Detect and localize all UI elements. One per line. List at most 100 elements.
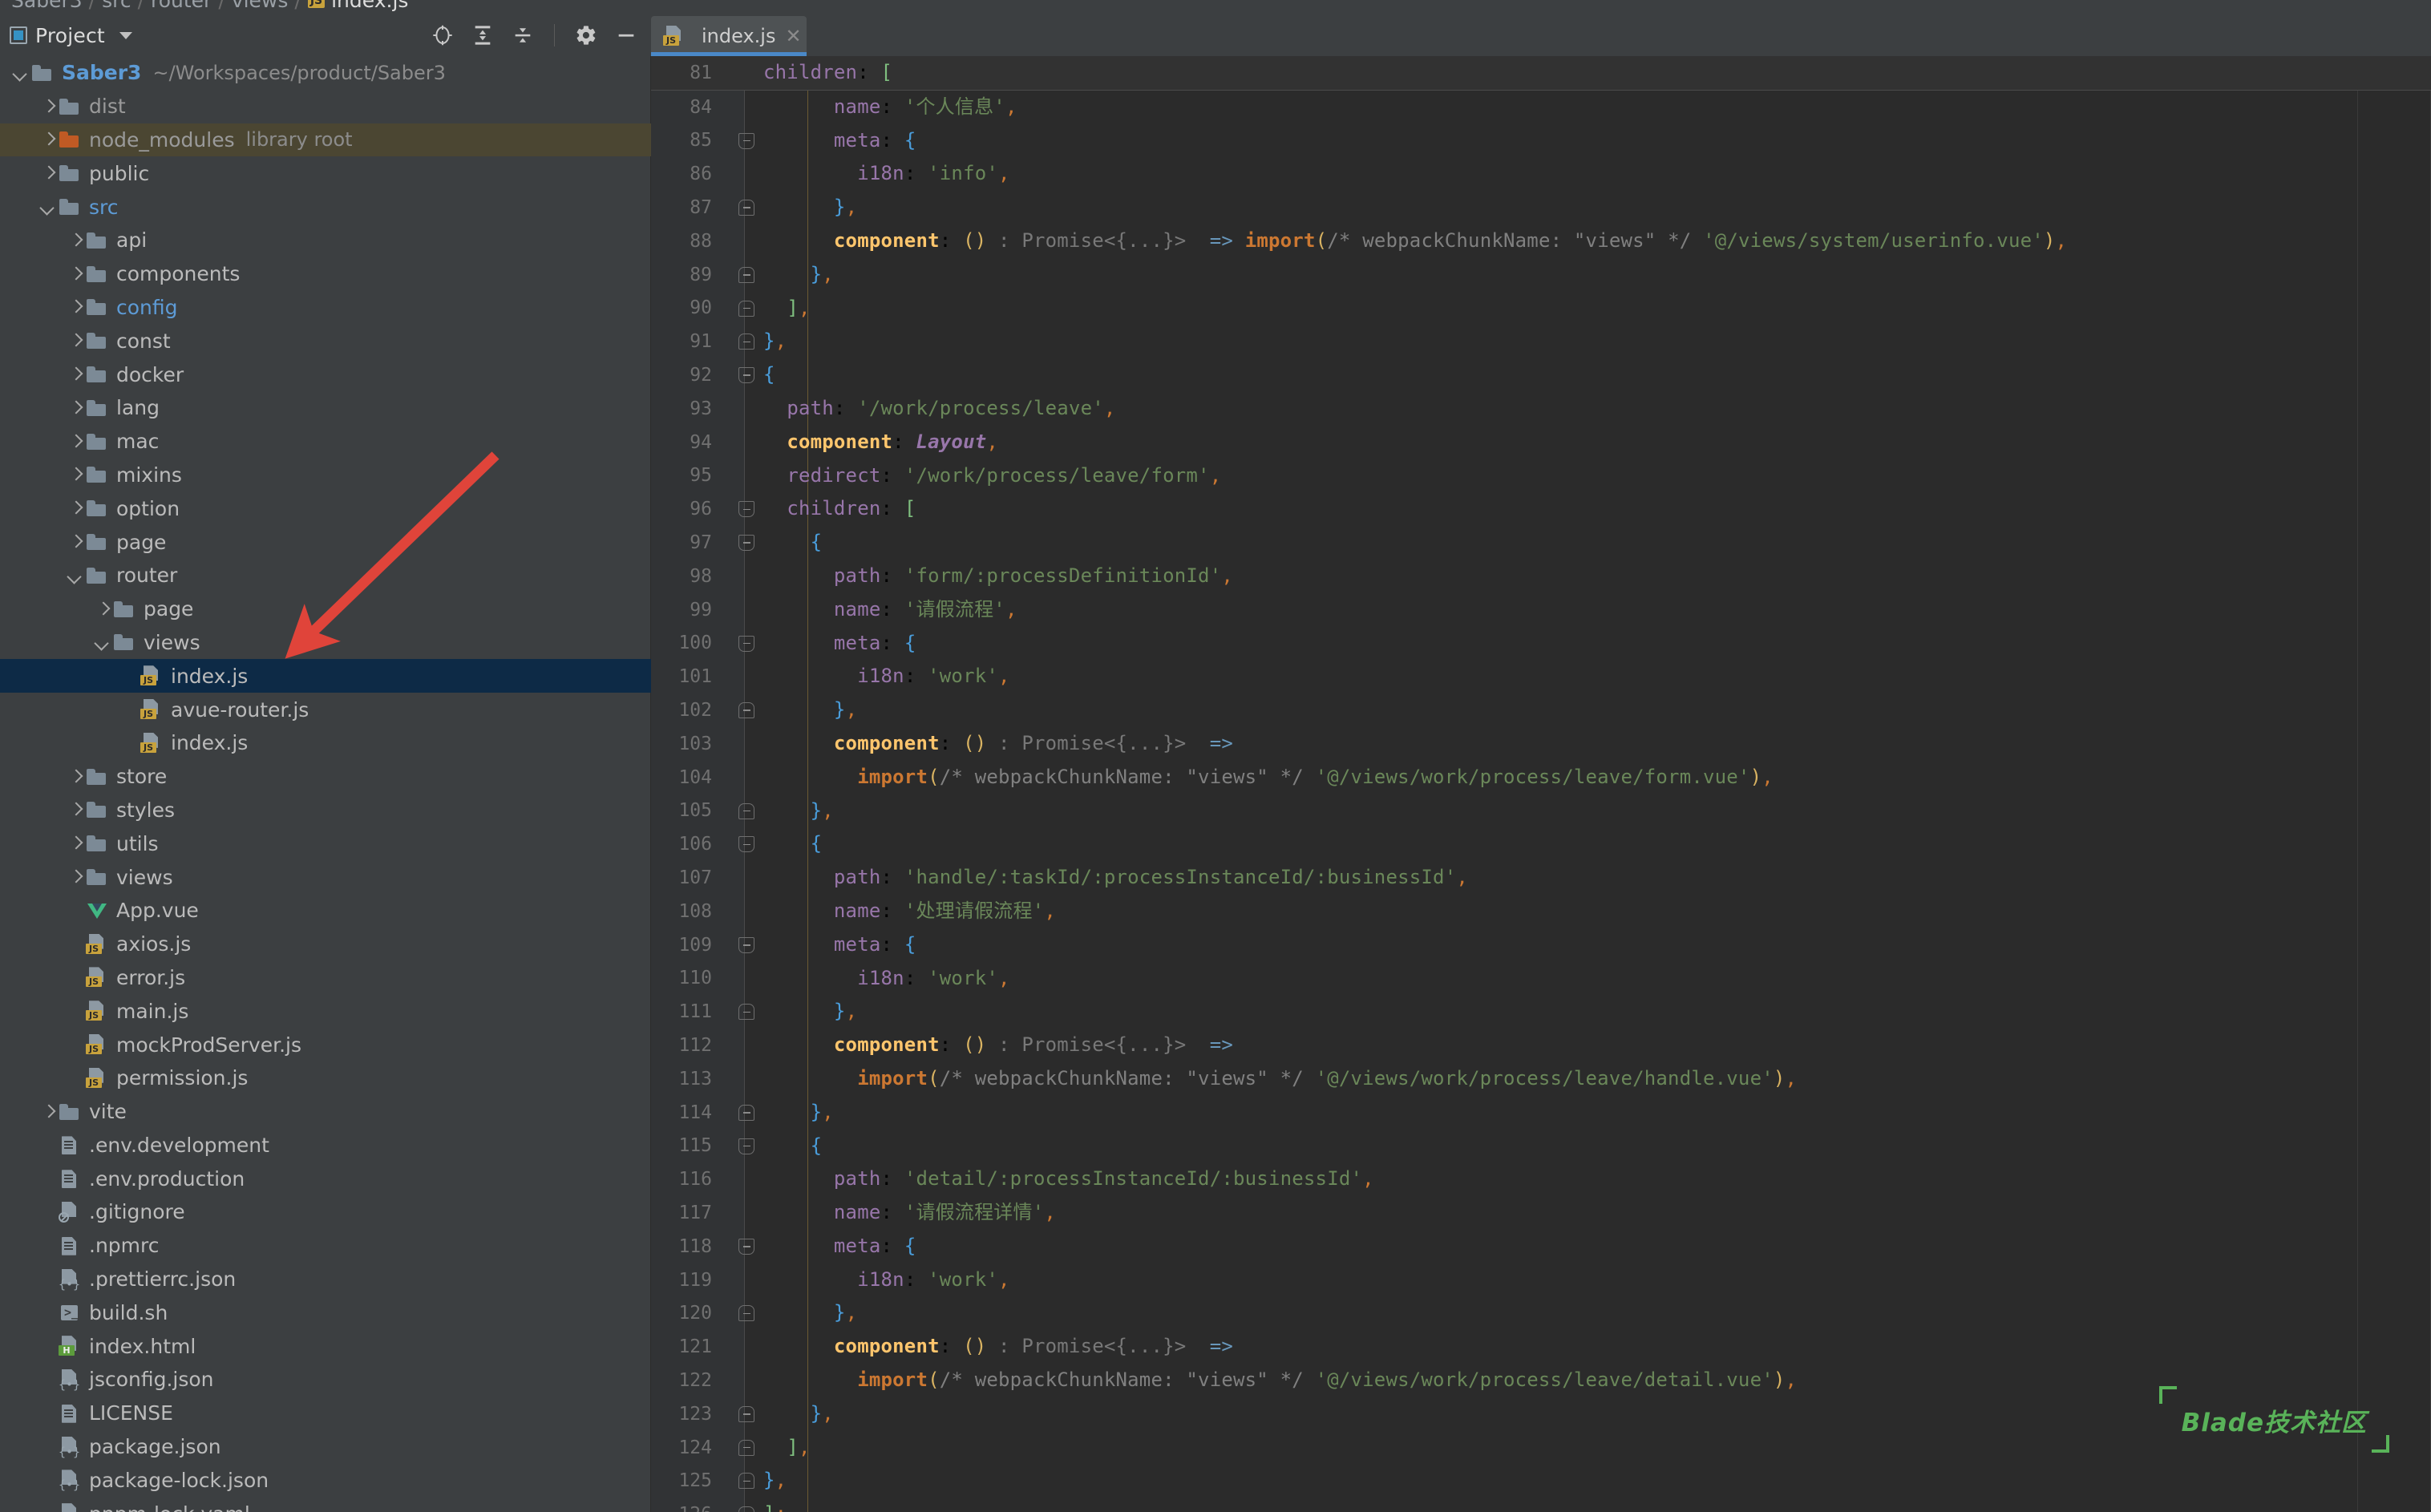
- collapse-arrow-icon[interactable]: [11, 63, 30, 83]
- code-line-126[interactable]: 126];: [651, 1498, 2431, 1512]
- project-title-group[interactable]: Project: [10, 24, 132, 47]
- fold-region-start[interactable]: [728, 928, 763, 962]
- code-line-92[interactable]: 92 {: [651, 358, 2431, 392]
- tree-item-dist[interactable]: dist: [0, 90, 651, 123]
- expand-arrow-icon[interactable]: [66, 767, 85, 786]
- code-line-113[interactable]: 113 import(/* webpackChunkName: "views" …: [651, 1062, 2431, 1096]
- code-line-106[interactable]: 106 {: [651, 827, 2431, 861]
- tree-item-store[interactable]: store: [0, 760, 651, 794]
- tree-item-pnpm-lock-yaml[interactable]: YML pnpm-lock.yaml: [0, 1497, 651, 1512]
- tree-item--env-production[interactable]: .env.production: [0, 1162, 651, 1195]
- fold-region-start[interactable]: [728, 124, 763, 158]
- fold-region-start[interactable]: [728, 526, 763, 560]
- fold-region-end[interactable]: [728, 1431, 763, 1465]
- fold-region-end[interactable]: [728, 1464, 763, 1498]
- tree-item--env-development[interactable]: .env.development: [0, 1129, 651, 1162]
- expand-arrow-icon[interactable]: [66, 800, 85, 819]
- code-line-103[interactable]: 103 component: () : Promise<{...}> =>: [651, 727, 2431, 761]
- code-line-120[interactable]: 120 },: [651, 1296, 2431, 1330]
- fold-region-end[interactable]: [728, 1296, 763, 1330]
- tree-item-license[interactable]: LICENSE: [0, 1397, 651, 1430]
- close-icon[interactable]: ✕: [785, 25, 801, 47]
- code-line-91[interactable]: 91},: [651, 325, 2431, 358]
- fold-region-end[interactable]: [728, 995, 763, 1029]
- code-lines[interactable]: 81 children: [84 name: '个人信息', 85 meta: {8…: [651, 56, 2431, 1512]
- expand-arrow-icon[interactable]: [66, 265, 85, 284]
- fold-region-end[interactable]: [728, 693, 763, 727]
- fold-region-end[interactable]: [728, 794, 763, 828]
- tree-item--prettierrc-json[interactable]: {•} .prettierrc.json: [0, 1263, 651, 1296]
- fold-region-start[interactable]: [728, 358, 763, 392]
- tree-item--npmrc[interactable]: .npmrc: [0, 1229, 651, 1263]
- code-line-125[interactable]: 125},: [651, 1464, 2431, 1498]
- expand-arrow-icon[interactable]: [66, 499, 85, 518]
- select-opened-file-icon[interactable]: [431, 23, 455, 47]
- code-line-86[interactable]: 86 i18n: 'info',: [651, 157, 2431, 191]
- code-editor[interactable]: 81 children: [84 name: '个人信息', 85 meta: {8…: [651, 56, 2431, 1512]
- tree-item-mockprodserver-js[interactable]: JS mockProdServer.js: [0, 1028, 651, 1061]
- expand-arrow-icon[interactable]: [66, 432, 85, 451]
- tree-item-components[interactable]: components: [0, 257, 651, 291]
- fold-region-end[interactable]: [728, 1096, 763, 1130]
- code-line-89[interactable]: 89 },: [651, 258, 2431, 292]
- code-line-94[interactable]: 94 component: Layout,: [651, 426, 2431, 459]
- fold-region-end[interactable]: [728, 191, 763, 224]
- fold-region-start[interactable]: [728, 627, 763, 661]
- breadcrumb-item-0[interactable]: Saber3: [11, 0, 83, 12]
- expand-arrow-icon[interactable]: [38, 130, 58, 149]
- expand-arrow-icon[interactable]: [66, 834, 85, 853]
- tree-item-saber3[interactable]: Saber3 ~/Workspaces/product/Saber3: [0, 56, 651, 90]
- code-line-109[interactable]: 109 meta: {: [651, 928, 2431, 962]
- hide-panel-icon[interactable]: [614, 23, 638, 47]
- tree-item-node-modules[interactable]: node_modules library root: [0, 123, 651, 157]
- fold-region-start[interactable]: [728, 1130, 763, 1163]
- code-line-117[interactable]: 117 name: '请假流程详情',: [651, 1196, 2431, 1230]
- code-line-116[interactable]: 116 path: 'detail/:processInstanceId/:bu…: [651, 1162, 2431, 1196]
- tree-item-styles[interactable]: styles: [0, 794, 651, 827]
- breadcrumb-item-2[interactable]: router: [151, 0, 212, 12]
- project-file-tree[interactable]: Saber3 ~/Workspaces/product/Saber3 dist nod…: [0, 56, 651, 1512]
- tree-item-error-js[interactable]: JS error.js: [0, 961, 651, 995]
- collapse-arrow-icon[interactable]: [93, 633, 112, 652]
- tree-item-build-sh[interactable]: >_ build.sh: [0, 1296, 651, 1329]
- code-line-114[interactable]: 114 },: [651, 1096, 2431, 1130]
- code-line-107[interactable]: 107 path: 'handle/:taskId/:processInstan…: [651, 861, 2431, 895]
- code-line-108[interactable]: 108 name: '处理请假流程',: [651, 895, 2431, 928]
- fold-region-end[interactable]: [728, 292, 763, 325]
- tree-item-index-html[interactable]: Hindex.html: [0, 1329, 651, 1363]
- tree-item-const[interactable]: const: [0, 324, 651, 358]
- expand-all-icon[interactable]: [471, 23, 495, 47]
- tree-item-views[interactable]: views: [0, 860, 651, 894]
- tree-item-public[interactable]: public: [0, 156, 651, 190]
- tree-item-main-js[interactable]: JS main.js: [0, 994, 651, 1028]
- tree-item--gitignore[interactable]: .gitignore: [0, 1195, 651, 1229]
- fold-region-end[interactable]: [728, 325, 763, 358]
- code-line-105[interactable]: 105 },: [651, 794, 2431, 828]
- tree-item-axios-js[interactable]: JS axios.js: [0, 928, 651, 961]
- tree-item-utils[interactable]: utils: [0, 827, 651, 860]
- code-line-121[interactable]: 121 component: () : Promise<{...}> =>: [651, 1330, 2431, 1364]
- code-line-90[interactable]: 90 ],: [651, 292, 2431, 325]
- expand-arrow-icon[interactable]: [93, 600, 112, 619]
- code-line-118[interactable]: 118 meta: {: [651, 1230, 2431, 1263]
- tree-item-option[interactable]: option: [0, 491, 651, 525]
- expand-arrow-icon[interactable]: [66, 398, 85, 418]
- collapse-all-icon[interactable]: [511, 23, 535, 47]
- expand-arrow-icon[interactable]: [38, 164, 58, 183]
- code-line-104[interactable]: 104 import(/* webpackChunkName: "views" …: [651, 761, 2431, 794]
- tree-item-page[interactable]: page: [0, 525, 651, 559]
- code-line-119[interactable]: 119 i18n: 'work',: [651, 1263, 2431, 1297]
- fold-region-end[interactable]: [728, 1498, 763, 1512]
- code-line-115[interactable]: 115 {: [651, 1130, 2431, 1163]
- breadcrumb-current-file[interactable]: index.js: [331, 0, 408, 12]
- tree-item-package-lock-json[interactable]: {•} package-lock.json: [0, 1463, 651, 1497]
- collapse-arrow-icon[interactable]: [38, 197, 58, 216]
- fold-region-end[interactable]: [728, 258, 763, 292]
- expand-arrow-icon[interactable]: [66, 297, 85, 317]
- code-line-100[interactable]: 100 meta: {: [651, 627, 2431, 661]
- code-line-81[interactable]: 81 children: [: [651, 56, 2431, 90]
- tree-item-permission-js[interactable]: JS permission.js: [0, 1061, 651, 1095]
- tree-item-jsconfig-json[interactable]: {•} jsconfig.json: [0, 1363, 651, 1397]
- breadcrumb-item-3[interactable]: views: [232, 0, 289, 12]
- tree-item-router[interactable]: router: [0, 559, 651, 592]
